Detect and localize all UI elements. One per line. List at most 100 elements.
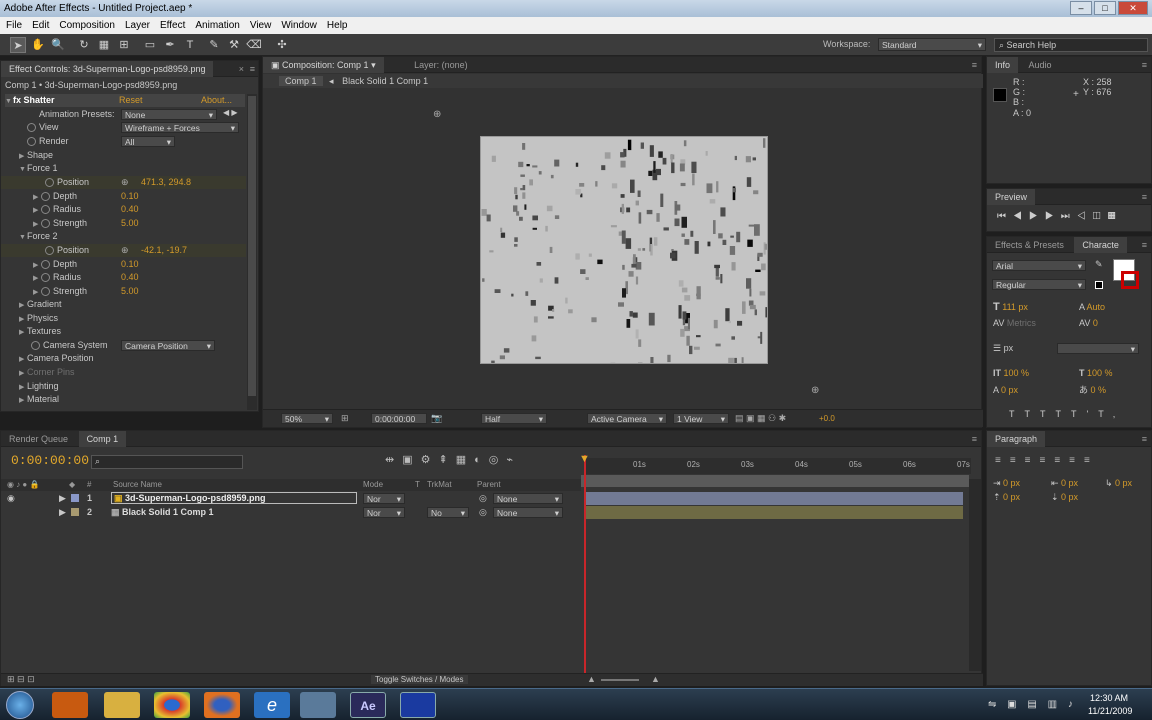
zoom-slider[interactable] [601,679,639,681]
selection-tool-icon[interactable]: ➤ [10,37,26,53]
puppet-tool-icon[interactable]: ✣ [274,37,290,53]
force1-depth-value[interactable]: 0.10 [121,190,139,203]
zoom-tool-icon[interactable]: 🔍 [50,37,66,53]
render-select[interactable]: All ▾ [121,136,175,147]
preset-nav-arrows-icon[interactable]: ◀ ▶ [223,108,238,117]
about-link[interactable]: About... [201,94,232,107]
menu-view[interactable]: View [250,17,272,34]
hscale-value[interactable]: 100 % [1087,368,1113,378]
resolution-select[interactable]: Half ▾ [481,413,547,424]
tab-render-queue[interactable]: Render Queue [1,431,76,447]
close-tab-icon[interactable]: × [239,61,244,77]
current-time-display[interactable]: 0:00:00:00 [11,453,89,468]
parent-select[interactable]: None ▾ [493,493,563,504]
view-options-icon[interactable]: ▤ ▣ ▦ ⚇ ✱ [735,413,786,424]
minimize-button[interactable]: – [1070,1,1092,15]
layer-name[interactable]: ▦ Black Solid 1 Comp 1 [111,506,214,519]
tab-effect-controls[interactable]: Effect Controls: 3d-Superman-Logo-psd895… [1,61,214,77]
force2-strength-value[interactable]: 5.00 [121,285,139,298]
indent-left-value[interactable]: 0 px [1003,478,1020,488]
stopwatch-icon[interactable] [41,287,50,297]
search-help-field[interactable]: ⌕ Search Help [994,38,1148,52]
pen-tool-icon[interactable]: ✒ [162,37,178,53]
firefox-icon[interactable] [204,692,240,718]
force2-group[interactable]: ▼Force 2 [19,230,58,243]
menu-edit[interactable]: Edit [32,17,49,34]
zoom-in-icon[interactable]: ▲ [651,674,660,684]
menu-effect[interactable]: Effect [160,17,185,34]
maximize-button[interactable]: □ [1094,1,1116,15]
menu-file[interactable]: File [6,17,22,34]
tab-layer[interactable]: Layer: (none) [406,57,476,73]
indent-right-value[interactable]: 0 px [1061,478,1078,488]
text-style-buttons[interactable]: TTTTT'T, [1009,409,1125,419]
col-trkmat[interactable]: TrkMat [427,479,452,491]
work-area-bar[interactable] [581,475,969,487]
eyedropper-icon[interactable]: ✎ [1095,259,1103,270]
app-window-icon[interactable] [400,692,436,718]
camera-position-group[interactable]: ▶ Camera Position [19,352,94,365]
tab-preview[interactable]: Preview [987,189,1036,205]
col-mode[interactable]: Mode [363,479,383,491]
tracking-value[interactable]: 0 [1093,318,1098,328]
rotate-tool-icon[interactable]: ↻ [76,37,92,53]
timeline-switches-icons[interactable]: ⇹▣⚙⇞▦◐◎⌁ [385,453,521,466]
font-size-value[interactable]: 111 px [1002,302,1028,312]
textures-group[interactable]: ▶ Textures [19,325,61,338]
stroke-style-select[interactable]: ▾ [1057,343,1139,354]
composition-viewer-canvas[interactable] [480,136,768,364]
tab-composition[interactable]: ▣ Composition: Comp 1 ▾ [263,57,384,73]
menu-layer[interactable]: Layer [125,17,150,34]
effect-shatter-row[interactable]: ▼fx Shatter Reset About... [5,94,245,107]
animation-presets-select[interactable]: None ▾ [121,109,217,120]
stopwatch-icon[interactable] [41,260,50,270]
expand-triangle-icon[interactable]: ▶ [59,506,66,519]
playhead-handle-icon[interactable]: ▼ [579,453,591,465]
physics-group[interactable]: ▶ Physics [19,312,58,325]
windows-live-icon[interactable] [300,692,336,718]
brush-tool-icon[interactable]: ✎ [206,37,222,53]
tab-effects-presets[interactable]: Effects & Presets [987,237,1072,253]
force1-group[interactable]: ▼Force 1 [19,162,58,175]
panel-menu-icon[interactable]: ≡ [972,57,977,73]
camera-system-select[interactable]: Camera Position ▾ [121,340,215,351]
media-player-icon[interactable] [52,692,88,718]
view-select[interactable]: Wireframe + Forces ▾ [121,122,239,133]
leading-value[interactable]: Auto [1087,302,1106,312]
panel-menu-icon[interactable]: ≡ [1142,57,1147,73]
zoom-select[interactable]: 50% ▾ [281,413,333,424]
exposure-value[interactable]: +0.0 [819,414,835,423]
effect-controls-scrollbar[interactable] [247,94,257,410]
panel-menu-icon[interactable]: ≡ [1142,189,1147,205]
after-effects-icon[interactable]: Ae [350,692,386,718]
eraser-tool-icon[interactable]: ⌫ [246,37,262,53]
start-button-icon[interactable] [6,691,34,719]
force1-radius-value[interactable]: 0.40 [121,203,139,216]
layer-bar[interactable] [585,492,963,505]
tab-paragraph[interactable]: Paragraph [987,431,1046,447]
pickwhip-icon[interactable]: ◎ [479,492,487,505]
font-family-select[interactable]: Arial ▾ [992,260,1086,271]
stopwatch-icon[interactable] [27,137,36,147]
hand-tool-icon[interactable]: ✋ [30,37,46,53]
tab-info[interactable]: Info [987,57,1019,73]
chrome-icon[interactable] [154,692,190,718]
crosshair-icon[interactable]: ⊕ [121,244,129,257]
layer-mode-select[interactable]: Nor ▾ [363,493,405,504]
grid-icon[interactable]: ⊞ [341,413,349,424]
tab-character[interactable]: Characte [1074,237,1127,253]
stroke-color-swatch[interactable] [1121,271,1139,289]
force2-position-value[interactable]: -42.1, -19.7 [141,244,187,257]
label-color-swatch[interactable] [71,494,79,502]
text-tool-icon[interactable]: T [182,37,198,53]
stopwatch-icon[interactable] [41,219,50,229]
clock-date[interactable]: 11/21/2009 [1088,706,1132,716]
tab-comp1[interactable]: Comp 1 [78,431,127,447]
stopwatch-icon[interactable] [45,178,54,188]
panel-menu-icon[interactable]: ≡ [1142,431,1147,447]
folder-icon[interactable] [104,692,140,718]
stopwatch-icon[interactable] [45,246,54,256]
layer-bar[interactable] [585,506,963,519]
space-after-value[interactable]: 0 px [1061,492,1078,502]
close-button[interactable]: ✕ [1118,1,1148,15]
